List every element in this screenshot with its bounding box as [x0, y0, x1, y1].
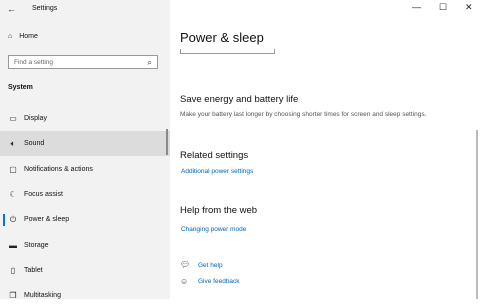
tablet-icon: ▯	[10, 266, 16, 275]
get-help-link[interactable]: Get help	[198, 262, 223, 269]
search-icon: ⌕	[147, 58, 152, 67]
speaker-icon: 🔈︎	[10, 138, 16, 148]
main-scrollbar[interactable]	[476, 130, 478, 299]
close-button[interactable]: ✕	[465, 2, 473, 13]
sidebar-scrollbar[interactable]	[166, 129, 168, 155]
maximize-button[interactable]: ☐	[439, 2, 447, 13]
give-feedback-link[interactable]: Give feedback	[198, 278, 240, 285]
save-energy-desc: Make your battery last longer by choosin…	[180, 111, 427, 118]
section-title: System	[8, 84, 33, 91]
sidebar-item-focus-assist[interactable]: ☾ Focus assist	[0, 182, 170, 207]
feedback-icon: ☺	[180, 277, 189, 286]
sidebar: ⌂ Home Find a setting ⌕ System ▭ Display…	[0, 0, 170, 300]
search-placeholder: Find a setting	[14, 59, 54, 66]
related-settings-title: Related settings	[180, 150, 249, 161]
help-icon: 💬︎	[180, 260, 191, 269]
back-arrow-icon[interactable]: ←	[7, 4, 16, 14]
home-icon: ⌂	[8, 33, 13, 40]
sidebar-item-power-sleep[interactable]: ⏻ Power & sleep	[0, 207, 170, 232]
sidebar-item-multitasking[interactable]: ❐ Multitasking	[0, 283, 170, 308]
display-icon: ▭	[9, 114, 17, 123]
window-title: Settings	[32, 5, 58, 12]
sidebar-item-tablet[interactable]: ▯ Tablet	[0, 258, 170, 283]
additional-power-settings-link[interactable]: Additional power settings	[181, 168, 253, 175]
home-link[interactable]: ⌂ Home	[8, 33, 38, 40]
sidebar-item-notifications[interactable]: ▢ Notifications & actions	[0, 157, 170, 182]
storage-icon: ▬	[9, 241, 17, 250]
search-box[interactable]: Find a setting ⌕	[8, 55, 158, 69]
main-content: Power & sleep Save energy and battery li…	[170, 0, 480, 299]
power-icon: ⏻	[9, 214, 17, 224]
title-bar: ← Settings — ☐ ✕	[0, 0, 480, 18]
divider-right	[274, 49, 275, 54]
moon-icon: ☾	[9, 190, 17, 199]
notifications-icon: ▢	[9, 165, 17, 174]
help-web-title: Help from the web	[180, 205, 258, 216]
page-title: Power & sleep	[180, 30, 264, 45]
sidebar-item-sound[interactable]: 🔈︎ Sound	[0, 131, 170, 156]
sidebar-item-display[interactable]: ▭ Display	[0, 106, 170, 131]
sidebar-item-storage[interactable]: ▬ Storage	[0, 233, 170, 258]
save-energy-title: Save energy and battery life	[180, 94, 299, 105]
home-label: Home	[19, 33, 38, 40]
changing-power-mode-link[interactable]: Changing power mode	[181, 226, 246, 233]
minimize-button[interactable]: —	[412, 2, 421, 12]
divider	[180, 53, 275, 54]
